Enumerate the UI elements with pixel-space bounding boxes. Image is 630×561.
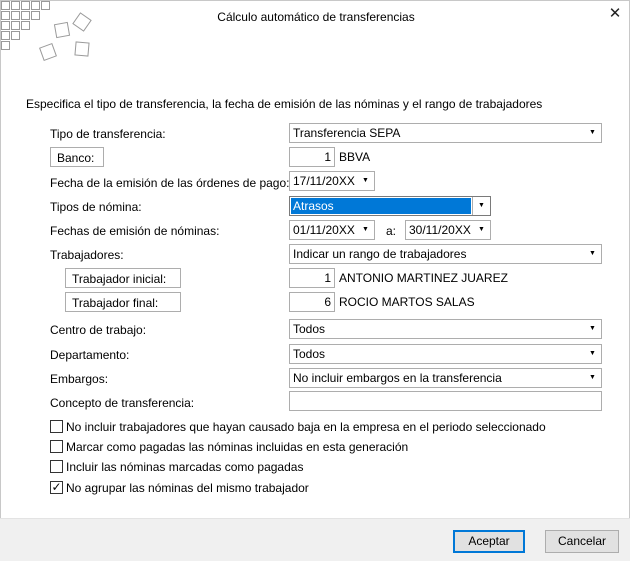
banco-button[interactable]: Banco: bbox=[50, 147, 104, 167]
centro-label: Centro de trabajo: bbox=[50, 323, 147, 337]
option-label: Marcar como pagadas las nóminas incluida… bbox=[66, 440, 409, 454]
cancel-button[interactable]: Cancelar bbox=[545, 530, 619, 553]
banco-code-input[interactable]: 1 bbox=[289, 147, 335, 167]
chevron-down-icon: ▼ bbox=[589, 129, 596, 136]
tipos-nomina-select[interactable]: Atrasos ▼ bbox=[289, 196, 491, 216]
fechas-nominas-label: Fechas de emisión de nóminas: bbox=[50, 224, 220, 238]
concepto-label: Concepto de transferencia: bbox=[50, 396, 195, 410]
trabajadores-label: Trabajadores: bbox=[50, 248, 124, 262]
tipos-nomina-label: Tipos de nómina: bbox=[50, 200, 142, 214]
embargos-select[interactable]: No incluir embargos en la transferencia … bbox=[289, 368, 602, 388]
chevron-down-icon: ▼ bbox=[478, 226, 485, 233]
checkbox-no-agrupar[interactable]: ✓ bbox=[50, 480, 63, 494]
tipo-transferencia-select[interactable]: Transferencia SEPA ▼ bbox=[289, 123, 602, 143]
dialog-footer: Aceptar Cancelar bbox=[0, 518, 630, 561]
checkbox-incluir-pagadas[interactable] bbox=[50, 460, 63, 473]
chevron-down-icon: ▼ bbox=[362, 226, 369, 233]
option-label: Incluir las nóminas marcadas como pagada… bbox=[66, 460, 304, 474]
departamento-value: Todos bbox=[293, 347, 326, 361]
check-icon: ✓ bbox=[51, 480, 62, 494]
fechas-separator: a: bbox=[386, 224, 397, 238]
fecha-desde-value: 01/11/20XX bbox=[293, 223, 355, 237]
chevron-down-icon: ▼ bbox=[589, 350, 596, 357]
trabajador-inicial-code-input[interactable]: 1 bbox=[289, 268, 335, 288]
embargos-label: Embargos: bbox=[50, 372, 109, 386]
chevron-down-icon: ▼ bbox=[362, 177, 369, 184]
instructions-text: Especifica el tipo de transferencia, la … bbox=[26, 97, 543, 111]
fecha-desde-picker[interactable]: 01/11/20XX ▼ bbox=[289, 220, 375, 240]
checkbox-excluir-bajas[interactable] bbox=[50, 420, 63, 433]
departamento-select[interactable]: Todos ▼ bbox=[289, 344, 602, 364]
fecha-ordenes-picker[interactable]: 17/11/20XX ▼ bbox=[289, 171, 375, 191]
banco-name: BBVA bbox=[339, 150, 371, 164]
dialog-title: Cálculo automático de transferencias bbox=[217, 10, 415, 24]
centro-value: Todos bbox=[293, 322, 326, 336]
tipo-transferencia-value: Transferencia SEPA bbox=[293, 126, 401, 140]
trabajador-inicial-button[interactable]: Trabajador inicial: bbox=[65, 268, 181, 288]
transfer-dialog: Cálculo automático de transferencias ✕ E… bbox=[0, 0, 630, 560]
fecha-ordenes-value: 17/11/20XX bbox=[293, 174, 355, 188]
trabajador-final-button[interactable]: Trabajador final: bbox=[65, 292, 181, 312]
fecha-ordenes-label: Fecha de la emisión de las órdenes de pa… bbox=[50, 176, 290, 190]
concepto-input[interactable] bbox=[289, 391, 602, 411]
trabajadores-value: Indicar un rango de trabajadores bbox=[293, 247, 467, 261]
fecha-hasta-value: 30/11/20XX bbox=[409, 223, 471, 237]
chevron-down-icon: ▼ bbox=[472, 197, 490, 215]
checkbox-marcar-pagadas[interactable] bbox=[50, 440, 63, 453]
tipo-transferencia-label: Tipo de transferencia: bbox=[50, 127, 166, 141]
tipos-nomina-value: Atrasos bbox=[291, 198, 471, 214]
chevron-down-icon: ▼ bbox=[589, 250, 596, 257]
close-icon[interactable]: ✕ bbox=[604, 4, 626, 24]
fecha-hasta-picker[interactable]: 30/11/20XX ▼ bbox=[405, 220, 491, 240]
departamento-label: Departamento: bbox=[50, 348, 130, 362]
option-label: No incluir trabajadores que hayan causad… bbox=[66, 420, 546, 434]
trabajador-final-name: ROCIO MARTOS SALAS bbox=[339, 295, 475, 309]
centro-select[interactable]: Todos ▼ bbox=[289, 319, 602, 339]
option-label: No agrupar las nóminas del mismo trabaja… bbox=[66, 481, 309, 495]
trabajador-inicial-name: ANTONIO MARTINEZ JUAREZ bbox=[339, 271, 508, 285]
accept-button[interactable]: Aceptar bbox=[453, 530, 525, 553]
chevron-down-icon: ▼ bbox=[589, 374, 596, 381]
chevron-down-icon: ▼ bbox=[589, 325, 596, 332]
trabajador-final-code-input[interactable]: 6 bbox=[289, 292, 335, 312]
embargos-value: No incluir embargos en la transferencia bbox=[293, 371, 502, 385]
trabajadores-select[interactable]: Indicar un rango de trabajadores ▼ bbox=[289, 244, 602, 264]
